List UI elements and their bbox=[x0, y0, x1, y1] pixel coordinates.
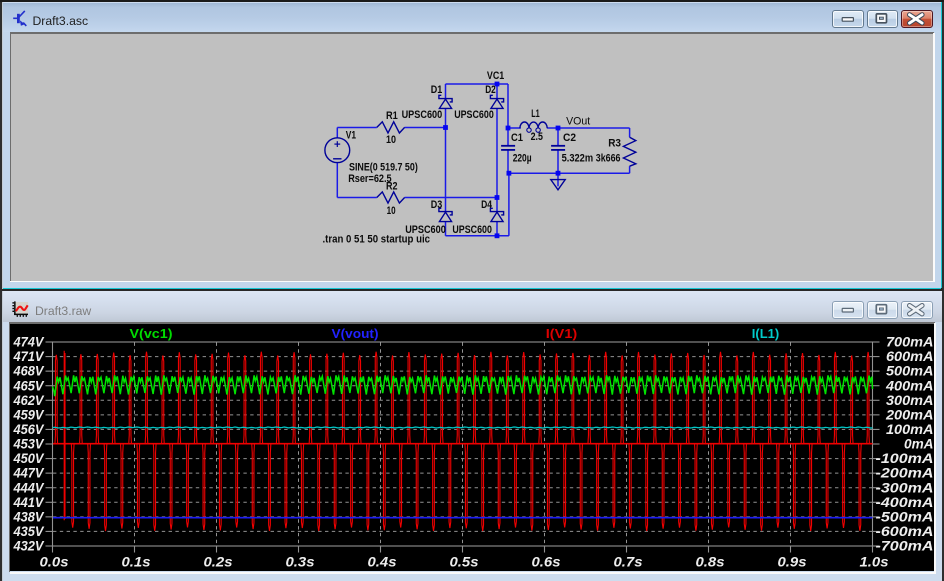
svg-text:-400mA: -400mA bbox=[876, 495, 934, 510]
svg-text:468V: 468V bbox=[13, 364, 45, 379]
svg-text:100mA: 100mA bbox=[886, 422, 934, 437]
svg-text:V1: V1 bbox=[346, 130, 356, 142]
svg-text:220µ: 220µ bbox=[513, 153, 532, 165]
svg-text:Rser=62.5: Rser=62.5 bbox=[348, 173, 391, 185]
svg-text:V(vout): V(vout) bbox=[332, 327, 379, 341]
svg-text:0mA: 0mA bbox=[904, 437, 934, 452]
svg-text:0.9s: 0.9s bbox=[778, 555, 807, 570]
svg-text:438V: 438V bbox=[13, 509, 45, 524]
svg-text:D3: D3 bbox=[431, 199, 443, 211]
svg-text:450V: 450V bbox=[13, 451, 45, 466]
svg-text:D1: D1 bbox=[431, 84, 443, 96]
svg-text:441V: 441V bbox=[13, 495, 45, 510]
svg-text:1.0s: 1.0s bbox=[860, 555, 889, 570]
svg-text:432V: 432V bbox=[13, 539, 45, 554]
svg-text:10: 10 bbox=[386, 134, 396, 146]
svg-text:444V: 444V bbox=[13, 480, 45, 495]
svg-text:-200mA: -200mA bbox=[876, 466, 934, 481]
svg-text:456V: 456V bbox=[13, 422, 45, 437]
svg-text:0.8s: 0.8s bbox=[696, 555, 725, 570]
svg-text:0.0s: 0.0s bbox=[40, 555, 69, 570]
svg-text:V(vc1): V(vc1) bbox=[130, 327, 173, 341]
svg-text:0.7s: 0.7s bbox=[614, 555, 643, 570]
svg-text:447V: 447V bbox=[13, 466, 45, 481]
svg-text:-300mA: -300mA bbox=[876, 480, 934, 495]
svg-text:.tran 0 51 50 startup uic: .tran 0 51 50 startup uic bbox=[323, 234, 431, 246]
svg-text:3k666: 3k666 bbox=[596, 153, 621, 165]
svg-text:0.6s: 0.6s bbox=[532, 555, 561, 570]
svg-text:C1: C1 bbox=[511, 132, 523, 144]
svg-text:600mA: 600mA bbox=[886, 349, 934, 364]
svg-text:453V: 453V bbox=[13, 437, 45, 452]
svg-text:465V: 465V bbox=[13, 378, 45, 393]
svg-text:5.322m: 5.322m bbox=[562, 153, 594, 165]
svg-text:I(V1): I(V1) bbox=[546, 327, 578, 341]
svg-text:0.4s: 0.4s bbox=[368, 555, 397, 570]
svg-text:0.3s: 0.3s bbox=[286, 555, 315, 570]
svg-text:R3: R3 bbox=[608, 138, 621, 150]
svg-text:471V: 471V bbox=[13, 349, 45, 364]
svg-text:0.2s: 0.2s bbox=[204, 555, 233, 570]
svg-text:UPSC600: UPSC600 bbox=[452, 224, 492, 236]
svg-text:300mA: 300mA bbox=[886, 393, 934, 408]
svg-text:700mA: 700mA bbox=[886, 335, 934, 350]
svg-text:D4: D4 bbox=[481, 199, 492, 211]
svg-text:UPSC600: UPSC600 bbox=[454, 109, 494, 121]
svg-text:R1: R1 bbox=[386, 110, 398, 122]
svg-text:D2: D2 bbox=[485, 84, 496, 96]
svg-text:C2: C2 bbox=[563, 132, 576, 144]
svg-text:-600mA: -600mA bbox=[876, 524, 934, 539]
svg-text:10: 10 bbox=[387, 205, 396, 217]
svg-text:-100mA: -100mA bbox=[876, 451, 934, 466]
svg-text:0.5s: 0.5s bbox=[450, 555, 479, 570]
svg-text:SINE(0 519.7 50): SINE(0 519.7 50) bbox=[349, 162, 418, 174]
svg-text:200mA: 200mA bbox=[885, 407, 934, 422]
svg-text:400mA: 400mA bbox=[885, 378, 934, 393]
svg-text:2.5: 2.5 bbox=[531, 131, 543, 143]
svg-text:VC1: VC1 bbox=[487, 70, 504, 82]
svg-text:0.1s: 0.1s bbox=[122, 555, 151, 570]
svg-text:-500mA: -500mA bbox=[876, 509, 934, 524]
svg-text:L1: L1 bbox=[531, 108, 540, 120]
svg-text:-700mA: -700mA bbox=[876, 539, 934, 554]
svg-text:462V: 462V bbox=[13, 393, 45, 408]
svg-text:435V: 435V bbox=[13, 524, 45, 539]
svg-text:UPSC600: UPSC600 bbox=[402, 109, 443, 121]
svg-text:459V: 459V bbox=[13, 407, 45, 422]
svg-text:500mA: 500mA bbox=[886, 364, 934, 379]
svg-text:VOut: VOut bbox=[566, 116, 590, 128]
svg-text:474V: 474V bbox=[13, 335, 45, 350]
svg-text:I(L1): I(L1) bbox=[752, 327, 780, 341]
